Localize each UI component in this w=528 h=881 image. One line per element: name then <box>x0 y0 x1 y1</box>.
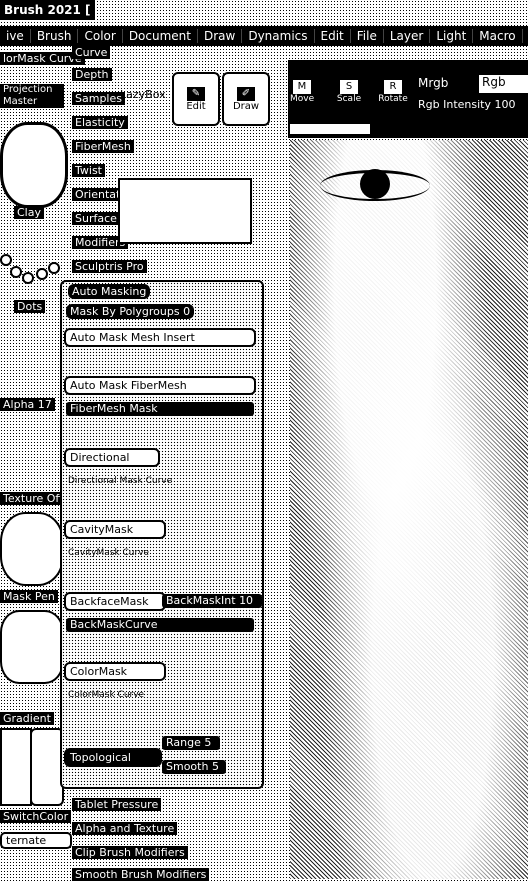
lazybox-label: LazyBox <box>120 88 166 101</box>
switch-color-button[interactable]: SwitchColor <box>0 810 72 823</box>
brush-menu-sculptris-pro[interactable]: Sculptris Pro <box>72 260 147 273</box>
menu-item[interactable]: Light <box>430 29 474 43</box>
rgb-button[interactable]: Rgb <box>478 74 528 94</box>
rgb-intensity-slider[interactable]: Rgb Intensity 100 <box>418 98 516 111</box>
alpha-and-texture-menu[interactable]: Alpha and Texture <box>72 822 178 835</box>
edit-icon: ✎ <box>187 86 205 101</box>
menu-item[interactable]: Draw <box>198 29 243 43</box>
app-title: Brush 2021 [ <box>0 0 95 20</box>
canvas-viewport[interactable] <box>290 140 528 879</box>
material-label[interactable]: Mask Pen <box>0 590 58 603</box>
menu-item[interactable]: Document <box>123 29 198 43</box>
back-mask-curve-slider[interactable]: BackMaskCurve <box>66 618 254 632</box>
move-icon: M <box>293 80 311 94</box>
gradient-label[interactable]: Gradient <box>0 712 54 725</box>
mask-by-polygroups-slider[interactable]: Mask By Polygroups 0 <box>66 304 195 319</box>
menu-item[interactable]: Brush <box>31 29 79 43</box>
auto-masking-panel: Auto Masking Mask By Polygroups 0 Auto M… <box>60 280 264 789</box>
material-thumbnail[interactable] <box>0 610 64 684</box>
brush-menu-depth[interactable]: Depth <box>72 68 112 81</box>
scale-icon: S <box>340 80 358 94</box>
clip-brush-modifiers-menu[interactable]: Clip Brush Modifiers <box>72 846 188 859</box>
rotate-icon: R <box>384 80 402 94</box>
cavity-mask-curve-label[interactable]: CavityMask Curve <box>68 548 149 558</box>
menu-item[interactable]: Macro <box>473 29 523 43</box>
menu-item[interactable]: Layer <box>384 29 431 43</box>
range-slider[interactable]: Range 5 <box>162 736 220 750</box>
main-color-swatch[interactable] <box>0 728 32 806</box>
alternate-button[interactable]: ternate <box>0 832 72 849</box>
directional-button[interactable]: Directional <box>64 448 160 467</box>
menu-item[interactable]: File <box>351 29 384 43</box>
rotate-button[interactable]: R Rotate <box>376 80 410 104</box>
rotate-label: Rotate <box>378 94 408 104</box>
move-button[interactable]: M Move <box>290 80 314 104</box>
scale-label: Scale <box>336 94 362 104</box>
auto-mask-mesh-insert-button[interactable]: Auto Mask Mesh Insert <box>64 328 256 347</box>
draw-icon: ✐ <box>237 86 255 101</box>
menu-item[interactable]: Edit <box>315 29 351 43</box>
auto-masking-header[interactable]: Auto Masking <box>68 284 151 299</box>
directional-mask-curve-label[interactable]: Directional Mask Curve <box>68 476 172 486</box>
alpha-label[interactable]: Alpha 17 <box>0 398 55 411</box>
texture-thumbnail[interactable] <box>0 512 64 586</box>
color-mask-button[interactable]: ColorMask <box>64 662 166 681</box>
projection-master-button[interactable]: Projection Master <box>0 84 64 108</box>
move-label: Move <box>290 94 315 104</box>
menu-bar: ive Brush Color Document Draw Dynamics E… <box>0 26 528 46</box>
brush-menu-curve[interactable]: Curve <box>72 46 111 59</box>
fibermesh-mask-slider[interactable]: FiberMesh Mask <box>66 402 254 416</box>
scale-button[interactable]: S Scale <box>334 80 364 104</box>
cavity-mask-button[interactable]: CavityMask <box>64 520 166 539</box>
edit-button[interactable]: ✎ Edit <box>172 72 220 126</box>
brush-menu-twist[interactable]: Twist <box>72 164 105 177</box>
menu-item[interactable]: ive <box>0 29 31 43</box>
clay-brush-label: Clay <box>14 206 44 219</box>
texture-label[interactable]: Texture Off <box>0 492 67 505</box>
brush-menu-samples[interactable]: Samples <box>72 92 125 105</box>
auto-mask-fibermesh-button[interactable]: Auto Mask FiberMesh <box>64 376 256 395</box>
edit-label: Edit <box>186 100 206 112</box>
brush-menu-fibermesh[interactable]: FiberMesh <box>72 140 134 153</box>
menu-item[interactable]: Color <box>78 29 123 43</box>
smooth-slider[interactable]: Smooth 5 <box>162 760 226 774</box>
smooth-brush-modifiers-menu[interactable]: Smooth Brush Modifiers <box>72 868 210 881</box>
secondary-color-swatch[interactable] <box>30 728 64 806</box>
dots-stroke-thumbnail[interactable] <box>0 240 62 300</box>
dots-stroke-label: Dots <box>14 300 46 313</box>
eye-detail <box>320 169 430 201</box>
backface-mask-button[interactable]: BackfaceMask <box>64 592 166 611</box>
brush-menu-elasticity[interactable]: Elasticity <box>72 116 128 129</box>
toolbar-divider <box>290 124 370 134</box>
menu-item[interactable]: Dynamics <box>242 29 315 43</box>
tablet-pressure-menu[interactable]: Tablet Pressure <box>72 798 162 811</box>
brush-preview-image <box>118 178 252 244</box>
color-mask-curve-label[interactable]: ColorMask Curve <box>68 690 144 700</box>
dots-icon <box>0 254 60 284</box>
topological-button[interactable]: Topological <box>64 748 162 767</box>
draw-button[interactable]: ✐ Draw <box>222 72 270 126</box>
clay-brush-thumbnail[interactable] <box>0 122 68 208</box>
brush-menu-surface[interactable]: Surface <box>72 212 120 225</box>
mrgb-button[interactable]: Mrgb <box>418 76 448 90</box>
draw-label: Draw <box>232 100 260 112</box>
back-mask-int-slider[interactable]: BackMaskInt 10 <box>162 594 262 608</box>
